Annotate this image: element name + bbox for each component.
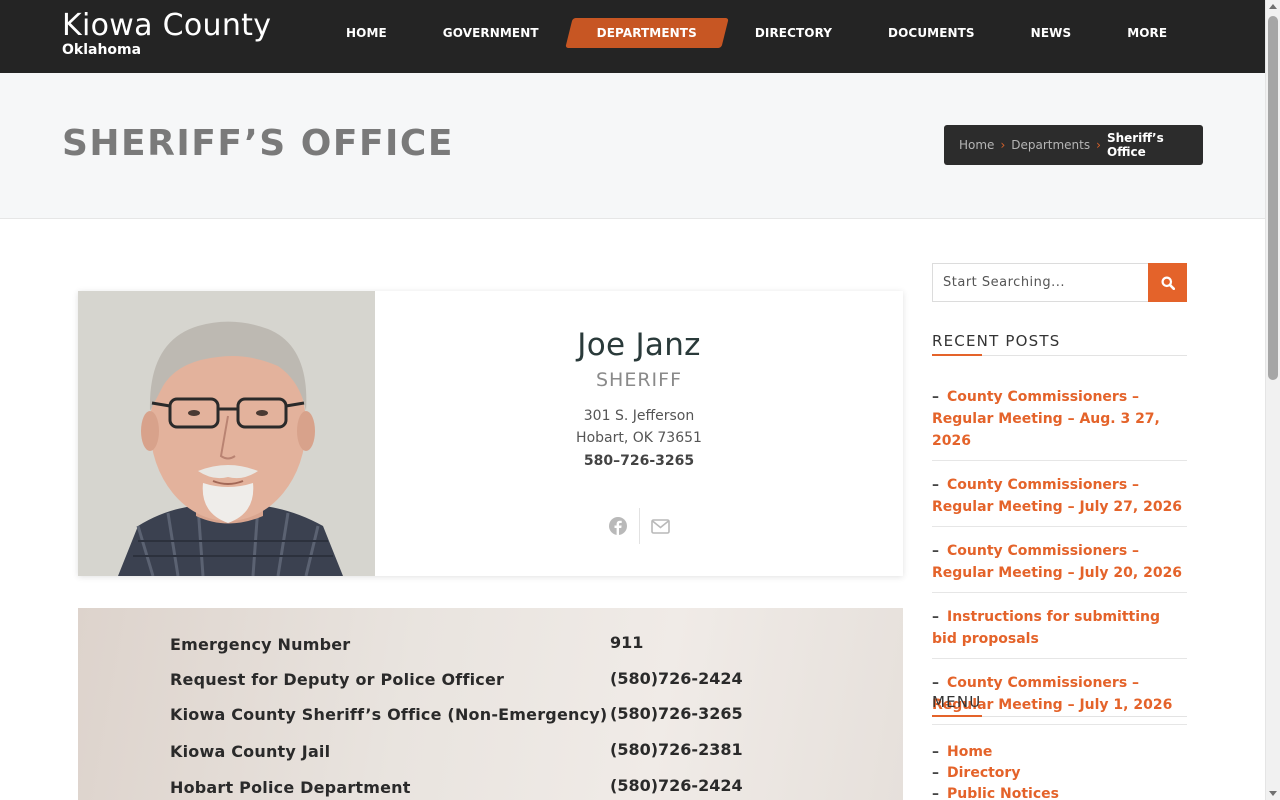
nav-item-home[interactable]: HOME (318, 18, 415, 48)
page-title: SHERIFF’S OFFICE (62, 123, 454, 164)
phone-list-label: Hobart Police Department (170, 778, 411, 797)
menu-link-home[interactable]: Home (947, 744, 992, 760)
phone-list-label: Kiowa County Jail (170, 742, 331, 761)
recent-posts-title: RECENT POSTS (932, 332, 1061, 350)
phone-list-number: (580)726-2381 (610, 740, 743, 759)
sidebar-menu: – Home – Directory – Public Notices (932, 740, 1187, 800)
recent-post-link[interactable]: Instructions for submitting bid proposal… (932, 609, 1160, 647)
email-link[interactable] (639, 508, 681, 544)
envelope-icon (651, 518, 670, 534)
menu-item: – Home (932, 740, 1187, 761)
breadcrumb-departments[interactable]: Departments (1011, 138, 1090, 152)
search-button[interactable] (1148, 263, 1187, 302)
list-dash: – (932, 765, 939, 781)
nav-item-departments[interactable]: DEPARTMENTS (569, 18, 725, 48)
site-title[interactable]: Kiowa County (62, 8, 271, 44)
address-line-2: Hobart, OK 73651 (576, 430, 702, 446)
list-dash: – (932, 675, 939, 691)
sheriff-photo (78, 291, 375, 576)
facebook-icon (609, 517, 627, 535)
list-dash: – (932, 477, 939, 493)
menu-item: – Public Notices (932, 782, 1187, 800)
social-links (597, 508, 681, 544)
nav-label: DOCUMENTS (888, 26, 975, 40)
menu-link-public-notices[interactable]: Public Notices (947, 786, 1059, 800)
widget-divider (932, 354, 1187, 356)
nav-label: HOME (346, 26, 387, 40)
person-role: SHERIFF (595, 369, 682, 391)
breadcrumb-home[interactable]: Home (959, 138, 994, 152)
phone-list-number: (580)726-2424 (610, 776, 743, 795)
recent-posts-list: – County Commissioners – Regular Meeting … (932, 386, 1187, 738)
phone-number: 580–726-3265 (583, 453, 695, 469)
nav-label: DEPARTMENTS (596, 26, 697, 40)
phone-list-number: (580)726-2424 (610, 669, 743, 688)
menu-link-directory[interactable]: Directory (947, 765, 1020, 781)
list-item: – County Commissioners – Regular Meeting … (932, 386, 1187, 461)
list-item: – County Commissioners – Regular Meeting … (932, 540, 1187, 593)
menu-title: MENU (932, 693, 982, 711)
list-dash: – (932, 744, 939, 760)
widget-divider (932, 715, 1187, 717)
portrait-illustration (78, 291, 375, 576)
page-title-band: SHERIFF’S OFFICE Home › Departments › Sh… (0, 73, 1265, 219)
nav-label: GOVERNMENT (442, 26, 539, 40)
person-name: Joe Janz (577, 327, 701, 363)
recent-post-link[interactable]: County Commissioners – Regular Meeting –… (932, 543, 1182, 581)
search-icon (1161, 276, 1175, 290)
nav-label: DIRECTORY (754, 26, 833, 40)
list-dash: – (932, 609, 939, 625)
recent-post-link[interactable]: County Commissioners – Regular Meeting –… (932, 389, 1160, 449)
page-scrollbar[interactable] (1265, 0, 1280, 800)
list-dash: – (932, 543, 939, 559)
phone-list-number: (580)726-3265 (610, 704, 743, 723)
phone-numbers-image: Emergency Number 911 Request for Deputy … (78, 608, 903, 800)
main-nav: HOME GOVERNMENT DEPARTMENTS DIRECTORY DO… (318, 18, 1195, 48)
breadcrumb-current: Sheriff’s Office (1106, 131, 1164, 159)
breadcrumb-separator: › (1000, 138, 1006, 152)
facebook-link[interactable] (597, 508, 639, 544)
nav-item-more[interactable]: MORE (1099, 18, 1195, 48)
profile-info: Joe Janz SHERIFF 301 S. Jefferson Hobart… (375, 291, 903, 576)
breadcrumb-separator: › (1096, 138, 1101, 152)
list-dash: – (932, 786, 939, 800)
site-brand[interactable]: Kiowa County Oklahoma (62, 8, 271, 57)
scroll-up-arrow-icon[interactable] (1269, 4, 1277, 9)
list-item: – County Commissioners – Regular Meeting … (932, 474, 1187, 527)
phone-list-label: Request for Deputy or Police Officer (170, 670, 505, 689)
breadcrumb: Home › Departments › Sheriff’s Office (944, 125, 1203, 165)
menu-item: – Directory (932, 761, 1187, 782)
phone-list-number: 911 (610, 633, 644, 652)
phone-list-label: Kiowa County Sheriff’s Office (Non-Emerg… (170, 705, 608, 724)
scroll-thumb[interactable] (1268, 16, 1278, 380)
recent-post-link[interactable]: County Commissioners – Regular Meeting –… (932, 477, 1182, 515)
nav-label: NEWS (1030, 26, 1072, 40)
phone-list-label: Emergency Number (170, 635, 351, 654)
list-dash: – (932, 389, 939, 405)
nav-item-documents[interactable]: DOCUMENTS (860, 18, 1003, 48)
search-input[interactable] (933, 264, 1148, 301)
site-header: Kiowa County Oklahoma HOME GOVERNMENT DE… (0, 0, 1265, 73)
address-line-1: 301 S. Jefferson (583, 408, 695, 424)
site-subtitle: Oklahoma (62, 42, 142, 58)
profile-card: Joe Janz SHERIFF 301 S. Jefferson Hobart… (78, 291, 903, 576)
search-box (932, 263, 1187, 302)
scroll-down-arrow-icon[interactable] (1269, 791, 1277, 796)
nav-item-government[interactable]: GOVERNMENT (415, 18, 567, 48)
nav-item-news[interactable]: NEWS (1003, 18, 1100, 48)
nav-item-directory[interactable]: DIRECTORY (727, 18, 860, 48)
list-item: – Instructions for submitting bid proposa… (932, 606, 1187, 659)
nav-label: MORE (1127, 26, 1168, 40)
